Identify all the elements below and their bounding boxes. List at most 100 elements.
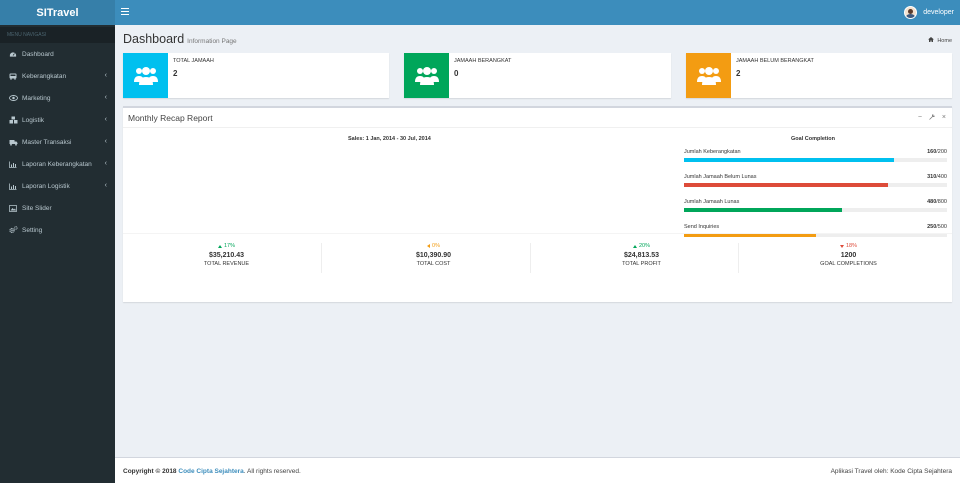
close-icon[interactable]: × <box>942 114 946 122</box>
progress-label: Jumlah Jamaah Lunas <box>684 199 740 205</box>
chevron-left-icon: ‹ <box>104 94 107 101</box>
bus-icon <box>8 73 18 80</box>
wrench-icon[interactable] <box>929 114 935 122</box>
page-title: Dashboard Information Page <box>123 32 237 46</box>
info-box-value: 0 <box>454 69 459 78</box>
box-tools: − × <box>918 114 946 122</box>
sidebar-item-label: Site Slider <box>22 204 52 212</box>
sales-chart-title: Sales: 1 Jan, 2014 - 30 Jul, 2014 <box>348 136 431 142</box>
description-block-goal-completions: 18% 1200 GOAL COMPLETIONS <box>745 243 952 267</box>
user-name: developer <box>923 9 954 16</box>
percentage-change: 18% <box>745 243 952 249</box>
caret-down-icon <box>839 244 844 248</box>
sidebar-item-label: Laporan Logistik <box>22 182 70 190</box>
truck-icon <box>8 139 18 146</box>
description-amount: 1200 <box>840 252 857 259</box>
percentage-change: 17% <box>123 243 330 249</box>
info-box-total-jamaah: TOTAL JAMAAH 2 <box>123 53 389 98</box>
progress-bar <box>684 208 947 212</box>
eye-icon <box>8 95 18 101</box>
info-box-value: 2 <box>736 69 741 78</box>
info-box-label: JAMAAH BELUM BERANGKAT <box>736 58 814 64</box>
main-footer: Copyright © 2018 Code Cipta Sejahtera. A… <box>115 457 960 483</box>
goal-completion-title: Goal Completion <box>791 136 835 142</box>
sidebar-item-label: Keberangkatan <box>22 72 67 80</box>
sidebar-item-dashboard[interactable]: Dashboard <box>0 43 115 65</box>
avatar <box>904 6 918 19</box>
chevron-left-icon: ‹ <box>104 182 107 189</box>
description-amount: $10,390.90 <box>415 252 452 259</box>
copyright-prefix: Copyright © 2018 <box>123 468 177 475</box>
users-icon <box>686 53 731 98</box>
percentage-change: 0% <box>330 243 537 249</box>
user-menu[interactable]: developer <box>904 6 954 19</box>
info-box-label: TOTAL JAMAAH <box>173 58 214 64</box>
progress-value: 250/500 <box>927 224 947 230</box>
chevron-left-icon: ‹ <box>104 72 107 79</box>
sidebar-item-setting[interactable]: Setting <box>0 219 115 241</box>
credits: Aplikasi Travel oleh: Kode Cipta Sejahte… <box>830 468 952 475</box>
description-amount: $24,813.53 <box>623 252 660 259</box>
dashboard-icon <box>8 51 18 58</box>
sidebar: SITravel MENU NAVIGASI Dashboard Keberan… <box>0 0 115 483</box>
divider <box>738 243 739 273</box>
chevron-left-icon: ‹ <box>104 116 107 123</box>
description-label: TOTAL PROFIT <box>622 261 661 267</box>
copyright-suffix: . All rights reserved. <box>243 468 301 475</box>
description-label: GOAL COMPLETIONS <box>820 261 877 267</box>
sidebar-item-label: Logistik <box>22 116 45 124</box>
breadcrumb[interactable]: Home <box>928 37 952 44</box>
info-box-label: JAMAAH BERANGKAT <box>454 58 512 64</box>
bar-chart-icon <box>8 183 18 190</box>
description-block-profit: 20% $24,813.53 TOTAL PROFIT <box>538 243 745 267</box>
sidebar-toggle-icon[interactable] <box>121 8 129 17</box>
copyright: Copyright © 2018 Code Cipta Sejahtera. A… <box>123 468 301 475</box>
info-box-jamaah-berangkat: JAMAAH BERANGKAT 0 <box>404 53 671 98</box>
sidebar-item-logistik[interactable]: Logistik ‹ <box>0 109 115 131</box>
sidebar-item-site-slider[interactable]: Site Slider <box>0 197 115 219</box>
sidebar-item-label: Master Transaksi <box>22 138 72 146</box>
bar-chart-icon <box>8 161 18 168</box>
progress-fill <box>684 158 895 162</box>
box-title: Monthly Recap Report <box>128 113 213 123</box>
top-navbar: developer <box>115 0 960 25</box>
progress-fill <box>684 183 888 187</box>
divider <box>123 233 952 234</box>
app-logo[interactable]: SITravel <box>0 0 115 25</box>
description-block-cost: 0% $10,390.90 TOTAL COST <box>330 243 537 267</box>
progress-value: 160/200 <box>927 149 947 155</box>
caret-left-icon <box>427 244 431 248</box>
sidebar-item-marketing[interactable]: Marketing ‹ <box>0 87 115 109</box>
divider <box>123 127 952 128</box>
divider <box>321 243 322 273</box>
info-box-value: 2 <box>173 69 178 78</box>
progress-label: Jumlah Keberangkatan <box>684 149 741 155</box>
progress-label: Send Inquiries <box>684 224 720 230</box>
divider <box>530 243 531 273</box>
company-link[interactable]: Code Cipta Sejahtera <box>178 468 243 475</box>
page-subtitle: Information Page <box>187 38 237 45</box>
cubes-icon <box>8 116 18 124</box>
info-box-jamaah-belum-berangkat: JAMAAH BELUM BERANGKAT 2 <box>686 53 952 98</box>
caret-up-icon <box>632 244 637 248</box>
progress-label: Jumlah Jamaah Belum Lunas <box>684 174 757 180</box>
menu-header: MENU NAVIGASI <box>0 27 115 43</box>
percentage-change: 20% <box>538 243 745 249</box>
sidebar-item-master-transaksi[interactable]: Master Transaksi ‹ <box>0 131 115 153</box>
sidebar-item-label: Setting <box>22 226 43 234</box>
sidebar-item-label: Marketing <box>22 94 51 102</box>
sidebar-item-laporan-keberangkatan[interactable]: Laporan Keberangkatan ‹ <box>0 153 115 175</box>
collapse-icon[interactable]: − <box>918 114 922 122</box>
description-label: TOTAL COST <box>416 261 451 267</box>
description-block-revenue: 17% $35,210.43 TOTAL REVENUE <box>123 243 330 267</box>
sidebar-item-keberangkatan[interactable]: Keberangkatan ‹ <box>0 65 115 87</box>
users-icon <box>123 53 168 98</box>
chevron-left-icon: ‹ <box>104 138 107 145</box>
page-title-text: Dashboard <box>123 32 185 46</box>
content-area: Dashboard Information Page Home TOTAL JAM… <box>115 25 960 457</box>
chevron-left-icon: ‹ <box>104 160 107 167</box>
monthly-recap-box: Monthly Recap Report − × Sales: 1 Jan, 2… <box>123 106 952 302</box>
image-icon <box>8 204 18 212</box>
sidebar-item-laporan-logistik[interactable]: Laporan Logistik ‹ <box>0 175 115 197</box>
progress-value: 310/400 <box>927 174 947 180</box>
